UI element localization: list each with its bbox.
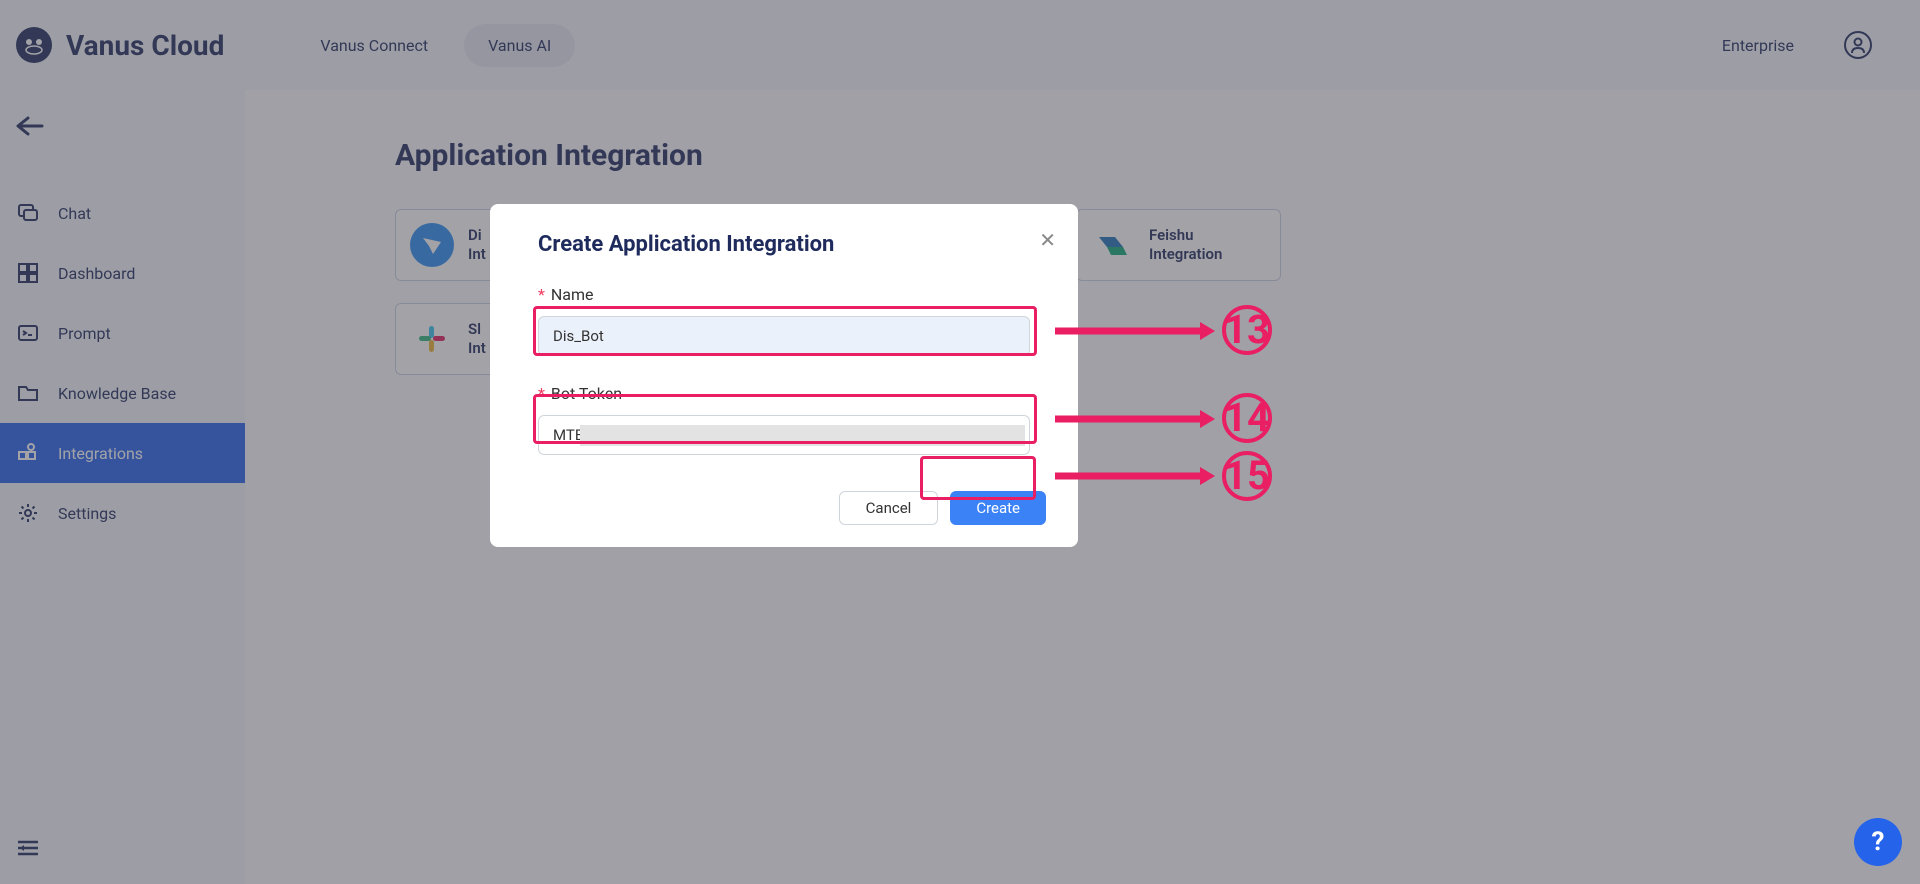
cancel-button[interactable]: Cancel xyxy=(839,491,939,525)
bot-token-label: *Bot Token xyxy=(538,384,1054,403)
modal-title: Create Application Integration xyxy=(538,232,1054,257)
help-fab-button[interactable]: ? xyxy=(1854,818,1902,866)
form-group-bot-token: *Bot Token xyxy=(538,384,1054,455)
form-group-name: *Name xyxy=(538,285,1054,356)
create-button[interactable]: Create xyxy=(950,491,1046,525)
redacted-token xyxy=(580,425,1025,446)
modal-close-button[interactable]: ✕ xyxy=(1039,228,1056,252)
create-integration-modal: Create Application Integration ✕ *Name *… xyxy=(490,204,1078,547)
modal-footer: Cancel Create xyxy=(538,491,1054,525)
name-label: *Name xyxy=(538,285,1054,304)
name-input[interactable] xyxy=(538,316,1030,356)
